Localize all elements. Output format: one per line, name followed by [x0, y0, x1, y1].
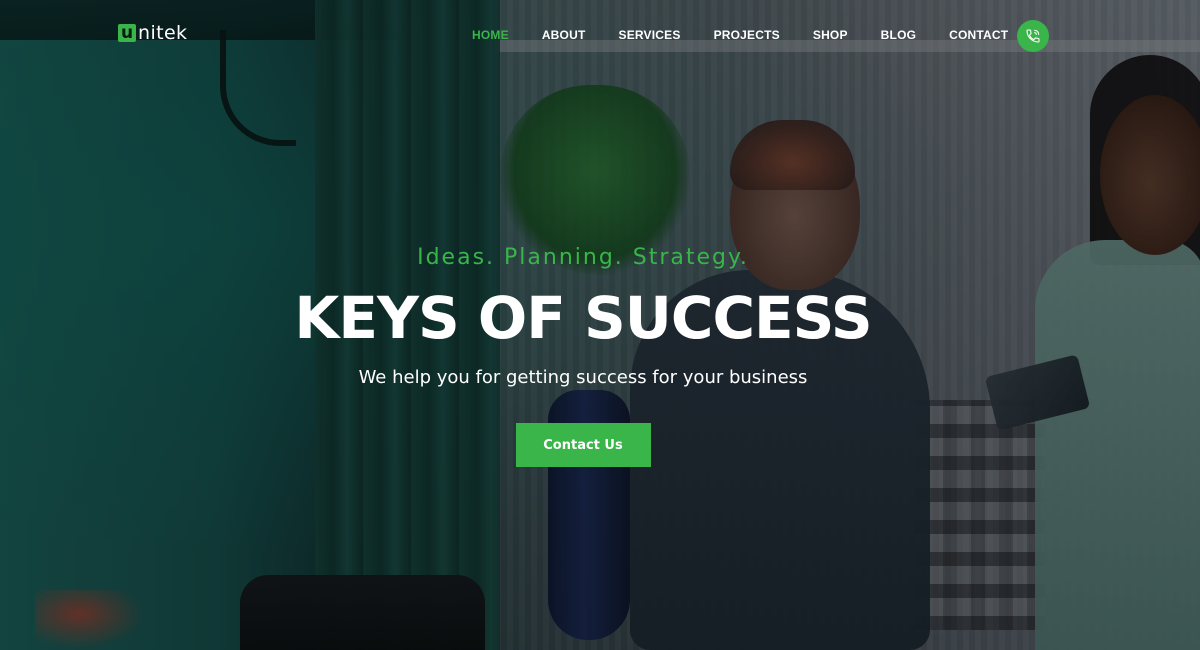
nav-link-home[interactable]: HOME: [472, 28, 509, 42]
nav-item-services: SERVICES: [618, 28, 680, 42]
nav-item-contact: CONTACT: [949, 28, 1008, 42]
nav-link-about[interactable]: ABOUT: [542, 28, 586, 42]
nav-item-shop: SHOP: [813, 28, 848, 42]
nav-item-projects: PROJECTS: [714, 28, 780, 42]
logo-mark: u: [118, 24, 136, 42]
phone-icon: [1026, 29, 1040, 43]
logo-text: nitek: [138, 22, 188, 44]
nav-link-blog[interactable]: BLOG: [881, 28, 916, 42]
hero-content: Ideas. Planning. Strategy. KEYS OF SUCCE…: [0, 240, 1166, 467]
nav-link-contact[interactable]: CONTACT: [949, 28, 1008, 42]
nav-link-services[interactable]: SERVICES: [618, 28, 680, 42]
phone-button[interactable]: [1017, 20, 1049, 52]
hero-subhead: We help you for getting success for your…: [358, 367, 808, 388]
nav-item-blog: BLOG: [881, 28, 916, 42]
nav-link-shop[interactable]: SHOP: [813, 28, 848, 42]
hero-section: u nitek HOME ABOUT SERVICES PROJECTS SHO…: [0, 0, 1200, 650]
logo[interactable]: u nitek: [118, 22, 187, 44]
nav-link-projects[interactable]: PROJECTS: [714, 28, 780, 42]
contact-us-button[interactable]: Contact Us: [515, 423, 651, 467]
nav-item-home: HOME: [472, 28, 509, 42]
hero-tagline: Ideas. Planning. Strategy.: [417, 245, 749, 270]
navbar: u nitek HOME ABOUT SERVICES PROJECTS SHO…: [0, 0, 1200, 72]
main-nav: HOME ABOUT SERVICES PROJECTS SHOP BLOG C…: [472, 28, 1008, 42]
nav-item-about: ABOUT: [542, 28, 586, 42]
hero-headline: KEYS OF SUCCESS: [294, 284, 872, 352]
